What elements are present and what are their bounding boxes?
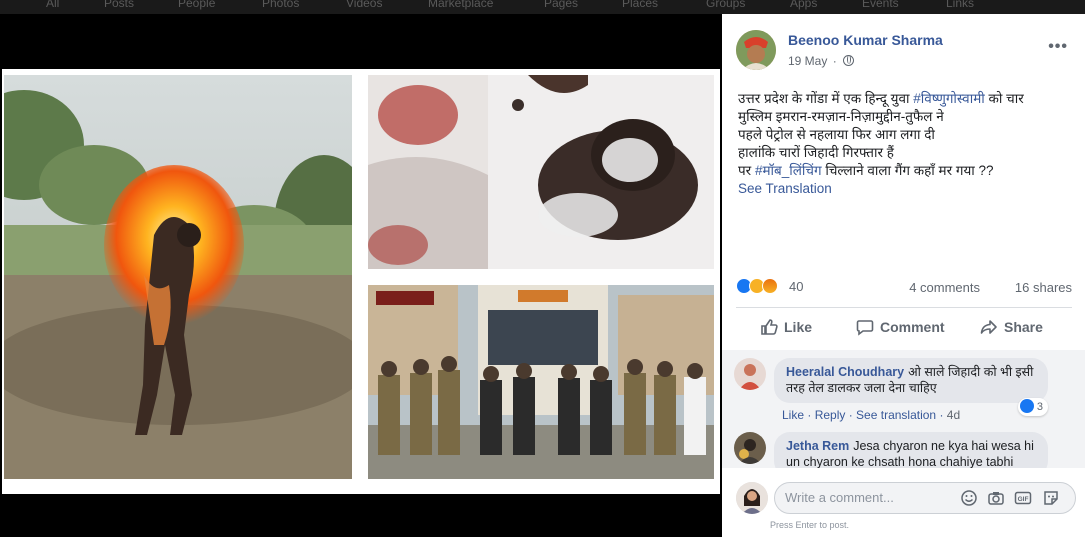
comment-button[interactable]: Comment	[856, 318, 945, 336]
gif-icon[interactable]: GIF	[1014, 489, 1032, 507]
nav-item-pages: Pages	[544, 0, 579, 10]
comment-icon	[856, 320, 874, 336]
globe-icon	[843, 55, 855, 66]
comment-reply-link[interactable]: Reply	[815, 408, 846, 422]
comments-count[interactable]: 4 comments	[909, 280, 980, 295]
share-button[interactable]: Share	[980, 318, 1043, 336]
comment-like-count[interactable]: 3	[1017, 398, 1048, 416]
commenter-name[interactable]: Heeralal Choudhary	[786, 365, 904, 379]
divider	[736, 307, 1072, 308]
comments-list: Heeralal Choudhary ओ साले जिहादी को भी इस…	[722, 350, 1085, 468]
composer-hint: Press Enter to post.	[770, 520, 850, 530]
see-translation-link[interactable]: See Translation	[738, 181, 832, 196]
photo-viewer	[0, 14, 722, 537]
hashtag-link[interactable]: #मॉब_लिंचिंग	[755, 163, 822, 178]
photo-collage[interactable]	[2, 69, 720, 494]
comment-actions: Like · Reply · See translation · 4d	[782, 408, 961, 422]
comment-item: Heeralal Choudhary ओ साले जिहादी को भी इस…	[734, 358, 1064, 422]
post-actions: Like Comment Share	[736, 312, 1072, 344]
photo-police-arrest	[368, 285, 714, 479]
author-name[interactable]: Beenoo Kumar Sharma	[788, 32, 943, 48]
share-icon	[980, 320, 997, 334]
post-line: पर #मॉब_लिंचिंग चिल्लाने वाला गैंग कहाँ …	[738, 163, 994, 178]
post-header: Beenoo Kumar Sharma 19 May · •••	[736, 28, 1076, 78]
nav-item-people: People	[178, 0, 216, 10]
shares-count[interactable]: 16 shares	[1015, 280, 1072, 295]
angry-reaction-icon	[762, 278, 778, 294]
photo-hospital	[368, 75, 714, 269]
nav-item-apps: Apps	[790, 0, 818, 10]
sticker-icon[interactable]	[1042, 489, 1060, 507]
hashtag-link[interactable]: #विष्णुगोस्वामी	[913, 91, 985, 106]
post-meta: 19 May ·	[788, 54, 855, 68]
comment-bubble: Heeralal Choudhary ओ साले जिहादी को भी इस…	[774, 358, 1048, 403]
nav-item-marketplace: Marketplace	[428, 0, 494, 10]
like-reaction-icon	[1019, 399, 1034, 413]
nav-item-links: Links	[946, 0, 975, 10]
comment-see-translation-link[interactable]: See translation	[856, 408, 936, 422]
post-date[interactable]: 19 May	[788, 54, 827, 68]
like-button[interactable]: Like	[760, 318, 812, 336]
commenter-name[interactable]: Jetha Rem	[786, 439, 849, 453]
reaction-count: 40	[789, 279, 804, 294]
post-panel: Beenoo Kumar Sharma 19 May · ••• उत्तर प…	[722, 14, 1085, 537]
background-nav: All Posts People Photos Videos Marketpla…	[0, 0, 1085, 14]
nav-item-posts: Posts	[104, 0, 135, 10]
commenter-avatar[interactable]	[734, 358, 766, 390]
camera-icon[interactable]	[987, 489, 1005, 507]
more-icon[interactable]: •••	[1048, 38, 1068, 56]
photo-burning-man	[4, 75, 352, 479]
nav-item-places: Places	[622, 0, 659, 10]
nav-item-events: Events	[862, 0, 899, 10]
comment-item: Jetha Rem Jesa chyaron ne kya hai wesa hi…	[734, 432, 1064, 468]
like-icon	[761, 319, 778, 335]
post-body: उत्तर प्रदेश के गोंडा में एक हिन्दू युवा…	[738, 90, 1068, 180]
post-line: पहले पेट्रोल से नहलाया फिर आग लगा दी	[738, 127, 935, 142]
post-line: उत्तर प्रदेश के गोंडा में एक हिन्दू युवा…	[738, 91, 1024, 106]
commenter-avatar[interactable]	[734, 432, 766, 464]
nav-item-videos: Videos	[346, 0, 383, 10]
current-user-avatar	[736, 482, 768, 514]
comment-like-link[interactable]: Like	[782, 408, 804, 422]
author-avatar[interactable]	[736, 30, 776, 70]
nav-item-photos: Photos	[262, 0, 300, 10]
emoji-icon[interactable]	[960, 489, 978, 507]
post-line: मुस्लिम इमरान-रमज़ान-निज़ामुद्दीन-तुफैल …	[738, 109, 944, 124]
nav-item-groups: Groups	[706, 0, 746, 10]
comment-bubble: Jetha Rem Jesa chyaron ne kya hai wesa hi…	[774, 432, 1048, 468]
svg-text:GIF: GIF	[1018, 496, 1029, 503]
post-stats: 40 4 comments 16 shares	[736, 277, 1072, 297]
post-line: हालांकि चारों जिहादी गिरफ्तार हैं	[738, 145, 894, 160]
comment-composer: Write a comment... GIF Press Enter to po…	[722, 468, 1085, 537]
nav-item-all: All	[46, 0, 60, 10]
comment-time[interactable]: 4d	[947, 408, 960, 422]
